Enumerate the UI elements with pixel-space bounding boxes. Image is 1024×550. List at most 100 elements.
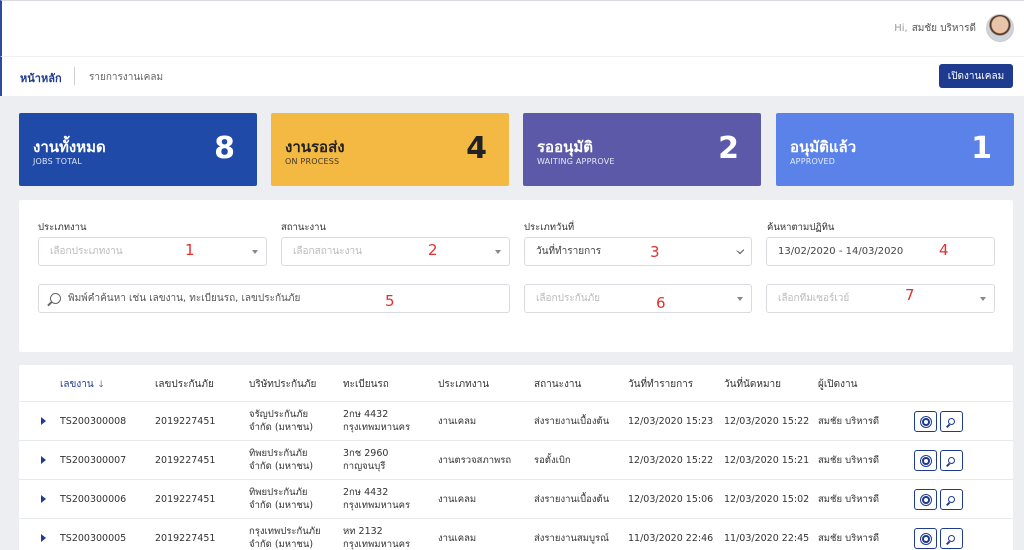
card-count: 4 <box>466 131 487 166</box>
stat-card-waiting-approve[interactable]: รออนุมัติ WAITING APPROVE 2 <box>523 113 761 186</box>
view-job-button[interactable] <box>940 411 963 432</box>
surveyor-placeholder: เลือกทีมเซอร์เวย์ <box>778 293 850 304</box>
cell-created: 11/03/2020 22:46 <box>628 533 714 544</box>
date-type-label: ประเภทวันที่ <box>524 222 575 233</box>
column-header-plate[interactable]: ทะเบียนรถ <box>343 377 389 392</box>
target-icon <box>921 534 930 543</box>
job-status-placeholder: เลือกสถานะงาน <box>293 246 362 257</box>
calendar-label: ค้นหาตามปฏิทิน <box>767 222 835 233</box>
track-job-button[interactable] <box>914 489 937 510</box>
annotation-marker-5: 5 <box>385 292 395 310</box>
chevron-down-icon <box>980 297 986 301</box>
cell-insurer-line2: จำกัด (มหาชน) <box>249 539 314 550</box>
column-header-created[interactable]: วันที่ทำรายการ <box>628 377 693 392</box>
chevron-down-icon <box>737 297 743 301</box>
card-count: 2 <box>718 131 739 166</box>
open-claim-button[interactable]: เปิดงานเคลม <box>939 64 1013 88</box>
sort-down-icon[interactable]: 🡓 <box>99 380 104 390</box>
card-subtitle: JOBS TOTAL <box>33 157 83 166</box>
date-type-value: วันที่ทำรายการ <box>536 246 602 257</box>
job-status-select[interactable]: เลือกสถานะงาน <box>281 237 510 266</box>
search-input[interactable]: พิมพ์คำค้นหา เช่น เลขงาน, ทะเบียนรถ, เลข… <box>38 284 510 313</box>
user-name: สมชัย บริหารดี <box>911 23 976 34</box>
annotation-marker-1: 1 <box>185 241 195 259</box>
cell-plate-line1: 2กษ 4432 <box>343 487 389 498</box>
cell-job-type: งานตรวจสภาพรถ <box>438 455 512 466</box>
expand-row-icon[interactable] <box>41 417 46 425</box>
track-job-button[interactable] <box>914 528 937 549</box>
avatar[interactable] <box>986 14 1014 42</box>
cell-appointment: 11/03/2020 22:45 <box>724 533 810 544</box>
table-row[interactable]: TS200300006 2019227451 ทิพยประกันภัย จำก… <box>19 479 1013 518</box>
search-icon <box>948 535 955 542</box>
cell-insurer-line1: ทิพยประกันภัย <box>249 448 308 459</box>
search-icon <box>948 418 955 425</box>
expand-row-icon[interactable] <box>41 456 46 464</box>
job-status-label: สถานะงาน <box>281 222 326 233</box>
cell-insurer-line2: จำกัด (มหาชน) <box>249 461 314 472</box>
card-subtitle: WAITING APPROVE <box>537 157 615 166</box>
column-header-job-type[interactable]: ประเภทงาน <box>438 377 489 392</box>
card-count: 1 <box>971 131 992 166</box>
chevron-down-icon <box>735 245 745 255</box>
cell-insurer-line2: จำกัด (มหาชน) <box>249 422 314 433</box>
surveyor-team-select[interactable]: เลือกทีมเซอร์เวย์ <box>766 284 995 313</box>
cell-job-no: TS200300008 <box>60 416 127 427</box>
column-header-job-no[interactable]: เลขงาน 🡓 <box>60 377 103 393</box>
user-greeting[interactable]: Hi, สมชัย บริหารดี <box>894 21 976 36</box>
cell-job-type: งานเคลม <box>438 533 477 544</box>
card-subtitle: APPROVED <box>790 157 836 166</box>
card-subtitle: ON PROCESS <box>285 157 340 166</box>
job-type-select[interactable]: เลือกประเภทงาน <box>38 237 267 266</box>
expand-row-icon[interactable] <box>41 534 46 542</box>
nav-home-link[interactable]: หน้าหลัก <box>20 69 62 87</box>
cell-plate-line1: 3กช 2960 <box>343 448 389 459</box>
track-job-button[interactable] <box>914 450 937 471</box>
chevron-down-icon <box>252 250 258 254</box>
annotation-marker-2: 2 <box>428 241 438 259</box>
search-icon <box>50 293 61 304</box>
cell-plate-line1: หท 2132 <box>343 526 383 537</box>
date-type-select[interactable]: วันที่ทำรายการ <box>524 237 752 266</box>
table-row[interactable]: TS200300005 2019227451 กรุงเทพประกันภัย … <box>19 518 1013 550</box>
target-icon <box>921 456 930 465</box>
view-job-button[interactable] <box>940 489 963 510</box>
expand-row-icon[interactable] <box>41 495 46 503</box>
cell-plate-line2: กาญจนบุรี <box>343 461 386 472</box>
cell-opener: สมชัย บริหารดี <box>818 533 880 544</box>
cell-created: 12/03/2020 15:06 <box>628 494 714 505</box>
cell-status: ส่งรายงานเบื้องต้น <box>534 416 610 427</box>
cell-status: ส่งรายงานสมบูรณ์ <box>534 533 609 544</box>
table-row[interactable]: TS200300008 2019227451 จรัญประกันภัย จำก… <box>19 401 1013 440</box>
date-range-input[interactable]: 13/02/2020 - 14/03/2020 <box>766 237 995 266</box>
cell-appointment: 12/03/2020 15:22 <box>724 416 810 427</box>
stat-card-approved[interactable]: อนุมัติแล้ว APPROVED 1 <box>776 113 1014 186</box>
insurer-select[interactable]: เลือกประกันภัย <box>524 284 752 313</box>
column-header-insurer[interactable]: บริษัทประกันภัย <box>249 377 316 392</box>
table-row[interactable]: TS200300007 2019227451 ทิพยประกันภัย จำก… <box>19 440 1013 479</box>
cell-insurer-line2: จำกัด (มหาชน) <box>249 500 314 511</box>
view-job-button[interactable] <box>940 450 963 471</box>
cell-insurer-line1: จรัญประกันภัย <box>249 409 309 420</box>
nav-divider <box>74 67 75 85</box>
chevron-down-icon <box>495 250 501 254</box>
stat-card-on-process[interactable]: งานรอส่ง ON PROCESS 4 <box>271 113 509 186</box>
track-job-button[interactable] <box>914 411 937 432</box>
cell-job-type: งานเคลม <box>438 494 477 505</box>
cell-insurer-line1: กรุงเทพประกันภัย <box>249 526 321 537</box>
greeting-prefix: Hi, <box>894 23 908 34</box>
view-job-button[interactable] <box>940 528 963 549</box>
cell-policy: 2019227451 <box>155 416 216 427</box>
job-type-placeholder: เลือกประเภทงาน <box>50 246 123 257</box>
column-header-policy-no[interactable]: เลขประกันภัย <box>155 377 214 392</box>
target-icon <box>921 417 930 426</box>
column-header-appointment[interactable]: วันที่นัดหมาย <box>724 377 781 392</box>
stat-card-jobs-total[interactable]: งานทั้งหมด JOBS TOTAL 8 <box>19 113 257 186</box>
cell-plate-line2: กรุงเทพมหานคร <box>343 422 411 433</box>
card-count: 8 <box>214 131 235 166</box>
column-header-status[interactable]: สถานะงาน <box>534 377 581 392</box>
column-header-opener[interactable]: ผู้เปิดงาน <box>818 377 857 392</box>
nav-claim-list-link[interactable]: รายการงานเคลม <box>89 70 163 85</box>
annotation-marker-7: 7 <box>905 286 915 304</box>
cell-appointment: 12/03/2020 15:02 <box>724 494 810 505</box>
